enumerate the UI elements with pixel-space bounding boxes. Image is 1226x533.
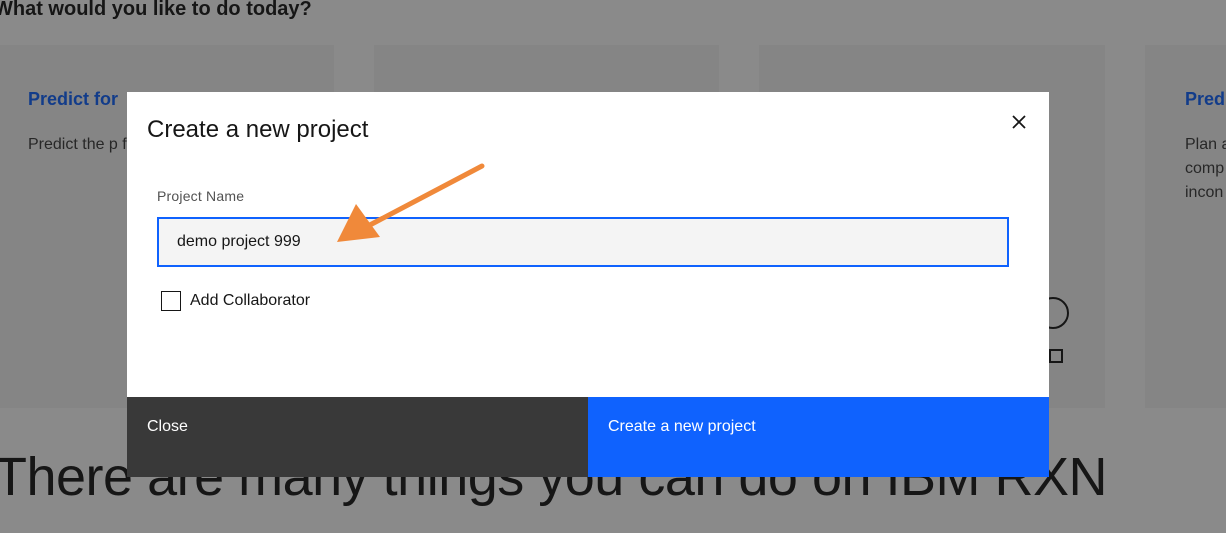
checkbox-box[interactable] bbox=[161, 291, 181, 311]
modal-title: Create a new project bbox=[147, 116, 369, 143]
project-name-input[interactable] bbox=[157, 217, 1009, 267]
close-icon[interactable] bbox=[1005, 108, 1033, 136]
add-collaborator-checkbox[interactable]: Add Collaborator bbox=[161, 291, 310, 311]
create-project-button[interactable]: Create a new project bbox=[588, 397, 1049, 477]
create-project-modal: Create a new project Project Name Add Co… bbox=[127, 92, 1049, 477]
close-button[interactable]: Close bbox=[127, 397, 588, 477]
project-name-label: Project Name bbox=[157, 188, 245, 204]
add-collaborator-label: Add Collaborator bbox=[190, 292, 311, 309]
modal-footer: Close Create a new project bbox=[127, 397, 1049, 477]
